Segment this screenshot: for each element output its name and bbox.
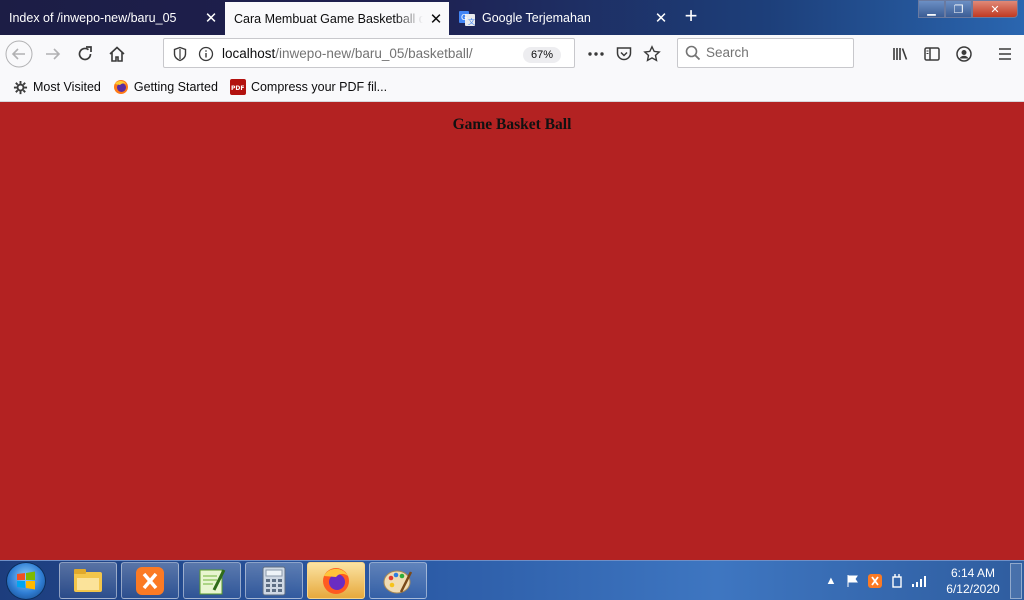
url-host: localhost (222, 46, 276, 61)
url-text: localhost/inwepo-new/baru_05/basketball/ (222, 46, 473, 61)
forward-button[interactable] (39, 40, 67, 68)
taskbar-paint[interactable] (369, 562, 427, 599)
bookmark-label: Getting Started (133, 80, 218, 94)
gear-icon (12, 79, 28, 95)
firefox-icon (323, 567, 349, 594)
tab-basketball[interactable]: Cara Membuat Game Basketball dengan Java… (225, 2, 449, 35)
system-tray: ▲ (820, 561, 930, 600)
library-icon (893, 48, 908, 60)
reload-button[interactable] (71, 40, 99, 68)
navigation-toolbar: localhost/inwepo-new/baru_05/basketball/… (0, 35, 1024, 73)
svg-text:PDF: PDF (231, 85, 244, 92)
paint-icon (383, 570, 413, 593)
page-content: Game Basket Ball (0, 102, 1024, 560)
network-signal-icon[interactable] (908, 572, 930, 590)
back-button[interactable] (5, 40, 33, 68)
taskbar-notepad-plus-plus[interactable] (183, 562, 241, 599)
url-bar[interactable]: localhost/inwepo-new/baru_05/basketball/ (163, 38, 575, 68)
taskbar-firefox[interactable] (307, 562, 365, 599)
taskbar-clock[interactable]: 6:14 AM 6/12/2020 (940, 565, 1006, 597)
sidebar-icon (924, 47, 940, 61)
maximize-button[interactable]: ❐ (945, 0, 972, 18)
window-controls: ▁ ❐ ✕ (918, 0, 1018, 19)
google-translate-icon: G 文 (459, 10, 475, 26)
tab-index[interactable]: Index of /inwepo-new/baru_05 ✕ (0, 0, 224, 35)
action-center-flag-icon[interactable] (842, 572, 864, 590)
new-tab-button[interactable]: + (678, 4, 704, 30)
bookmark-label: Most Visited (33, 80, 101, 94)
bookmark-getting-started[interactable]: Getting Started (113, 79, 218, 95)
search-icon (685, 45, 701, 61)
firefox-icon (113, 79, 129, 95)
pocket-icon (616, 47, 632, 61)
clock-date: 6/12/2020 (946, 582, 1000, 596)
sidebar-button[interactable] (918, 40, 946, 68)
search-input[interactable] (706, 45, 846, 60)
windows-taskbar: ▲ 6:14 AM 6/12/2020 (0, 560, 1024, 600)
calculator-icon (262, 566, 286, 595)
bookmarks-toolbar: Most Visited Getting Started PDF Compres… (0, 73, 1024, 102)
tab-strip: Index of /inwepo-new/baru_05 ✕ Cara Memb… (0, 0, 1024, 35)
taskbar-file-explorer[interactable] (59, 562, 117, 599)
menu-button[interactable] (991, 40, 1019, 68)
url-path: /inwepo-new/baru_05/basketball/ (275, 46, 473, 61)
tab-close-icon[interactable]: ✕ (423, 10, 449, 28)
page-actions-button[interactable] (582, 40, 610, 68)
search-bar[interactable] (677, 38, 854, 68)
tab-title: Cara Membuat Game Basketball dengan Java… (234, 11, 423, 26)
tab-title: Google Terjemahan (482, 10, 591, 25)
bookmark-most-visited[interactable]: Most Visited (12, 79, 101, 95)
notepad-plus-plus-icon (199, 568, 226, 594)
taskbar-xampp[interactable] (121, 562, 179, 599)
svg-text:文: 文 (468, 17, 475, 26)
minimize-button[interactable]: ▁ (918, 0, 945, 18)
taskbar-calculator[interactable] (245, 562, 303, 599)
windows-logo-icon (17, 571, 35, 590)
more-dots-icon (588, 52, 604, 56)
account-button[interactable] (950, 40, 978, 68)
home-button[interactable] (103, 40, 131, 68)
svg-text:G: G (461, 13, 467, 22)
account-icon (956, 46, 972, 62)
bookmark-compress-pdf[interactable]: PDF Compress your PDF fil... (229, 79, 388, 95)
xampp-tray-icon[interactable] (864, 572, 886, 590)
library-button[interactable] (886, 40, 914, 68)
show-hidden-icons-button[interactable]: ▲ (820, 572, 842, 590)
tab-close-icon[interactable]: ✕ (198, 9, 224, 27)
file-explorer-icon (74, 568, 102, 592)
site-info-icon[interactable] (198, 46, 214, 62)
reload-icon (78, 46, 92, 61)
start-button[interactable] (6, 562, 46, 600)
bookmark-label: Compress your PDF fil... (250, 80, 388, 94)
xampp-icon (136, 566, 164, 595)
home-icon (109, 46, 125, 62)
clock-time: 6:14 AM (950, 566, 996, 580)
tracking-shield-icon[interactable] (172, 46, 188, 62)
hamburger-menu-icon (999, 48, 1011, 60)
pocket-button[interactable] (610, 40, 638, 68)
back-arrow-icon (5, 40, 33, 68)
star-icon (643, 45, 661, 62)
tab-title: Index of /inwepo-new/baru_05 (9, 10, 177, 25)
power-icon[interactable] (886, 572, 908, 590)
zoom-level-badge[interactable]: 67% (523, 47, 561, 63)
page-heading: Game Basket Ball (452, 116, 572, 133)
tab-close-icon[interactable]: ✕ (648, 9, 674, 27)
forward-arrow-icon (46, 48, 61, 60)
pdf-icon: PDF (229, 79, 246, 95)
tab-google-translate[interactable]: G 文 Google Terjemahan ✕ (450, 0, 674, 35)
bookmark-star-button[interactable] (638, 40, 666, 68)
show-desktop-button[interactable] (1010, 563, 1022, 599)
close-window-button[interactable]: ✕ (972, 0, 1018, 18)
